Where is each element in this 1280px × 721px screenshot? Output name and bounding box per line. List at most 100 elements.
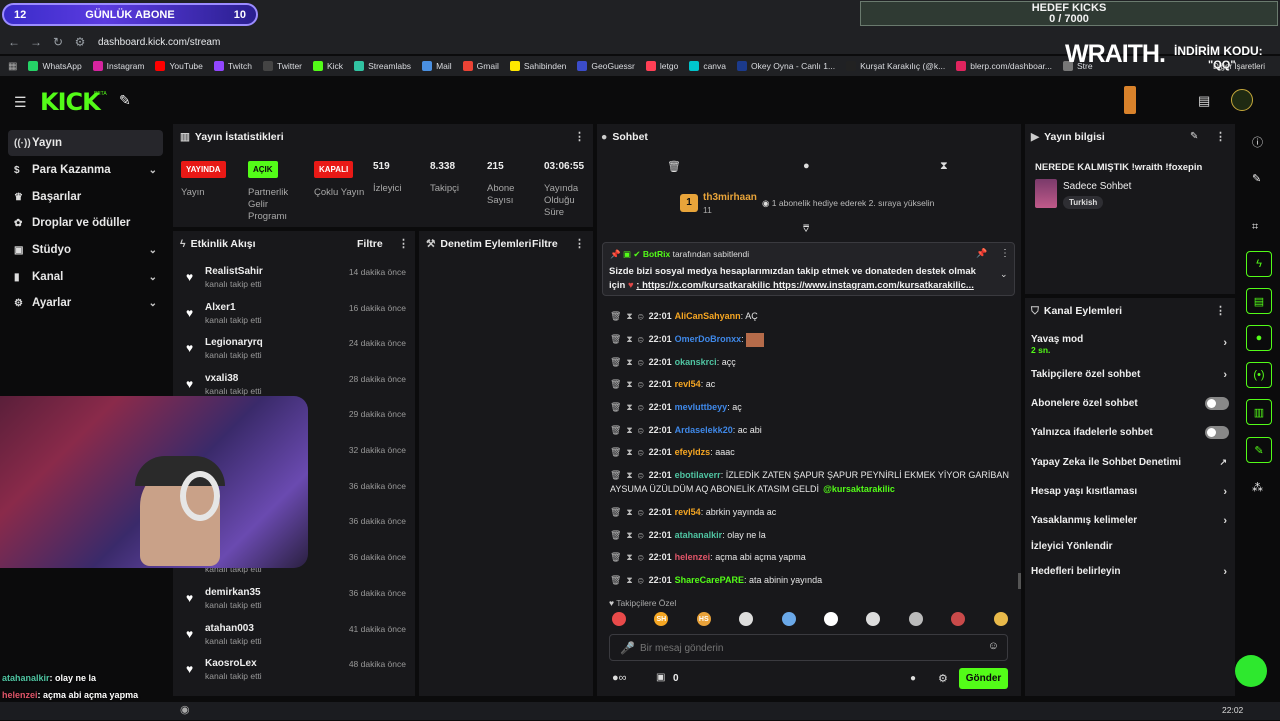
menu-icon[interactable]: ☰: [14, 94, 27, 111]
sidebar-item-4[interactable]: ✿ Droplar ve ödüller: [8, 210, 163, 236]
kick-logo[interactable]: KICK: [40, 88, 101, 116]
category-name[interactable]: Sadece Sohbet: [1063, 181, 1131, 192]
emoji-icon[interactable]: ☺: [988, 640, 999, 652]
tool-button[interactable]: ✎: [1246, 437, 1272, 463]
layout-button[interactable]: ▥: [1246, 399, 1272, 425]
message-user[interactable]: efeyldzs: [675, 447, 711, 457]
message-user[interactable]: okanskrci: [675, 357, 717, 367]
pinned-expand-icon[interactable]: ⌄: [1000, 269, 1008, 280]
bookmark-item[interactable]: Streamlabs: [354, 61, 411, 71]
emote-button[interactable]: [824, 612, 838, 626]
avatar[interactable]: [1231, 89, 1253, 111]
event-user[interactable]: RealistSahir: [205, 266, 263, 277]
chat-bubble-icon[interactable]: ●: [803, 160, 810, 172]
channel-action[interactable]: Yavaş mod 2 sn. ›: [1031, 334, 1229, 355]
gift-box-icon[interactable]: ▣: [656, 672, 665, 683]
toggle-switch[interactable]: [1205, 426, 1229, 439]
emote-button[interactable]: [908, 612, 923, 626]
edit-icon[interactable]: ✎: [1190, 131, 1198, 142]
back-icon[interactable]: ←: [6, 35, 22, 49]
activity-more-icon[interactable]: ⋮: [398, 237, 409, 250]
collapse-icon[interactable]: ⩢: [803, 224, 809, 235]
event-user[interactable]: vxali38: [205, 373, 238, 384]
sidebar-item-3[interactable]: ♛ Başarılar: [8, 184, 163, 210]
channel-action[interactable]: Yalnızca ifadelerle sohbet: [1031, 426, 1229, 441]
group-icon[interactable]: ⁂: [1252, 481, 1263, 494]
stats-more-icon[interactable]: ⋮: [574, 130, 585, 143]
sidebar-item-7[interactable]: ⚙ Ayarlar ⌄: [8, 290, 163, 316]
pinned-links[interactable]: ; https://x.com/kursatkarakilic https://…: [636, 280, 974, 291]
emote-button[interactable]: HS: [696, 612, 711, 626]
activity-filter-button[interactable]: Filtre: [357, 238, 383, 250]
mod-actions-icon[interactable]: 🗑⧗⊜: [610, 470, 649, 480]
message-user[interactable]: helenzei: [675, 552, 711, 562]
mod-actions-icon[interactable]: 🗑⧗⊜: [610, 552, 649, 562]
channel-action[interactable]: İzleyici Yönlendir: [1031, 541, 1229, 555]
bookmark-item[interactable]: GeoGuessr: [577, 61, 635, 71]
event-user[interactable]: Alxer1: [205, 302, 236, 313]
mod-actions-icon[interactable]: 🗑⧗⊜: [610, 402, 649, 412]
mod-actions-icon[interactable]: 🗑⧗⊜: [610, 311, 649, 321]
channel-action[interactable]: Hedefleri belirleyin ›: [1031, 566, 1229, 580]
site-info-icon[interactable]: ⚙: [72, 35, 88, 49]
message-user[interactable]: revl54: [675, 507, 701, 517]
pin-icon[interactable]: 📌: [976, 248, 987, 259]
trash-icon[interactable]: 🗑: [667, 160, 681, 173]
event-user[interactable]: atahan003: [205, 623, 254, 634]
mod-actions-icon[interactable]: 🗑⧗⊜: [610, 357, 649, 367]
message-user[interactable]: atahanalkir: [675, 530, 723, 540]
sidebar-item-6[interactable]: ▮ Kanal ⌄: [8, 264, 163, 290]
bookmark-item[interactable]: WhatsApp: [28, 61, 82, 71]
channel-action[interactable]: Takipçilere özel sohbet ›: [1031, 369, 1229, 383]
sidebar-item-1[interactable]: ((·)) Yayın: [8, 130, 163, 156]
lightning-button[interactable]: ϟ: [1246, 251, 1272, 277]
message-user[interactable]: revl54: [675, 379, 701, 389]
mod-actions-icon[interactable]: 🗑⧗⊜: [610, 530, 649, 540]
bookmark-item[interactable]: YouTube: [155, 61, 203, 71]
message-user[interactable]: mevluttbeyy: [675, 402, 728, 412]
hourglass-icon[interactable]: ⧗: [940, 160, 948, 173]
bookmark-item[interactable]: Kick: [313, 61, 343, 71]
other-bookmarks[interactable]: Diğer İşaretleri: [1213, 62, 1265, 71]
mod-actions-icon[interactable]: 🗑⧗⊜: [610, 575, 649, 585]
send-button[interactable]: Gönder: [959, 668, 1008, 689]
bookmark-item[interactable]: Mail: [422, 61, 452, 71]
event-user[interactable]: demirkan35: [205, 587, 261, 598]
sidebar-item-2[interactable]: $ Para Kazanma ⌄: [8, 157, 163, 183]
chat-input-box[interactable]: 🎤 ☺: [609, 634, 1008, 661]
mention[interactable]: @kursaktarakilic: [823, 484, 895, 494]
channel-action[interactable]: Yasaklanmış kelimeler ›: [1031, 515, 1229, 529]
reload-icon[interactable]: ↻: [50, 35, 66, 49]
message-user[interactable]: ShareCarePARE: [675, 575, 744, 585]
mod-actions-icon[interactable]: 🗑⧗⊜: [610, 379, 649, 389]
live-button[interactable]: (•): [1246, 362, 1272, 388]
message-user[interactable]: ebotilaverr: [675, 470, 721, 480]
moderation-filter-button[interactable]: Filtre: [532, 238, 558, 250]
actions-more-icon[interactable]: ⋮: [1215, 304, 1226, 317]
apps-icon[interactable]: ▦: [8, 61, 17, 72]
mod-actions-icon[interactable]: 🗑⧗⊜: [610, 507, 649, 517]
emote-button[interactable]: [993, 612, 1008, 626]
chat-settings-icon[interactable]: ⚙: [938, 672, 948, 685]
sidebar-item-5[interactable]: ▣ Stüdyo ⌄: [8, 237, 163, 263]
bookmark-item[interactable]: Twitter: [262, 61, 302, 71]
pinned-more-icon[interactable]: ⋮: [1000, 248, 1010, 259]
message-user[interactable]: AliCanSahyann: [675, 311, 741, 321]
mod-actions-icon[interactable]: 🗑⧗⊜: [610, 334, 649, 344]
channel-action[interactable]: Yapay Zeka ile Sohbet Denetimi ↗: [1031, 457, 1229, 471]
taskbar-app-icon[interactable]: ◉: [180, 703, 190, 716]
bookmark-item[interactable]: Twitch: [213, 61, 252, 71]
moderation-more-icon[interactable]: ⋮: [574, 237, 585, 250]
channel-action[interactable]: Hesap yaşı kısıtlaması ›: [1031, 486, 1229, 500]
address-bar[interactable]: dashboard.kick.com/stream: [98, 37, 220, 48]
chat-button[interactable]: ●: [1246, 325, 1272, 351]
event-user[interactable]: Legionaryrq: [205, 337, 263, 348]
info-icon[interactable]: ⓘ: [1252, 134, 1263, 150]
message-user[interactable]: Ardaselekk20: [675, 425, 733, 435]
category-thumbnail[interactable]: [1035, 179, 1057, 208]
bookmark-item[interactable]: Sahibinden: [509, 61, 566, 71]
kicks-icon[interactable]: ●∞: [612, 672, 627, 684]
bookmark-item[interactable]: blerp.com/dashboar...: [956, 61, 1052, 71]
bookmark-item[interactable]: Kurşat Karakılıç (@k...: [846, 61, 945, 71]
bookmark-item[interactable]: Instagram: [92, 61, 144, 71]
